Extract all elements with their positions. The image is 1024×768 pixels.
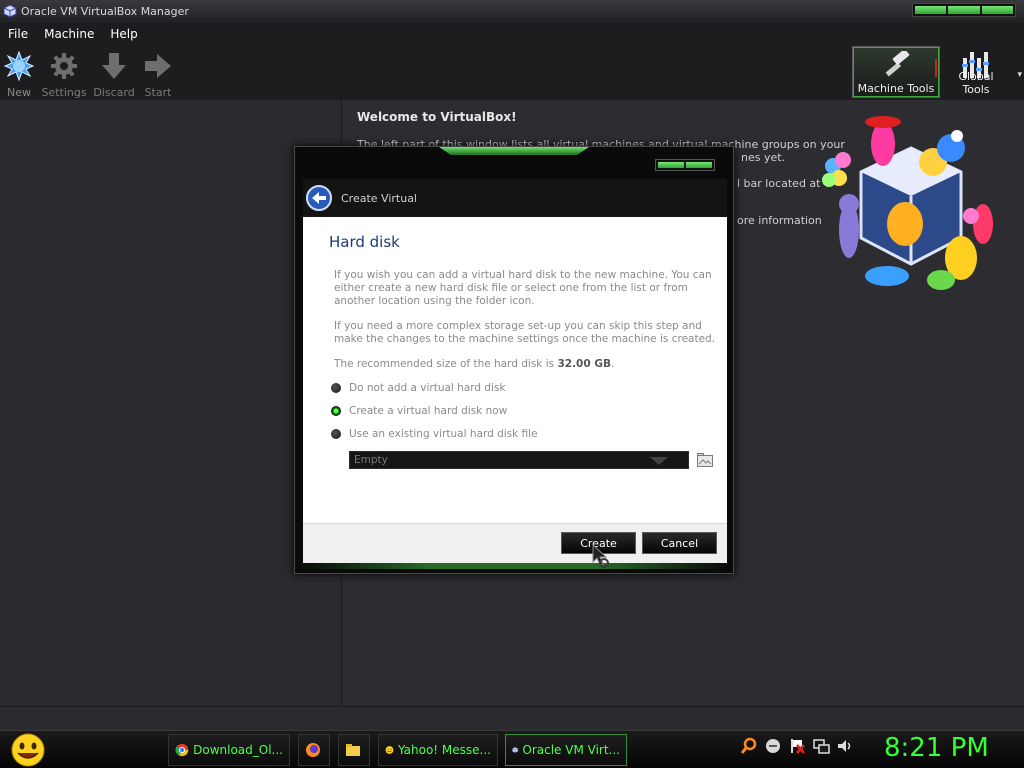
welcome-title: Welcome to VirtualBox! bbox=[357, 110, 517, 124]
dialog-help-button[interactable] bbox=[658, 162, 684, 168]
new-button[interactable]: New bbox=[0, 50, 43, 99]
chrome-icon bbox=[175, 743, 189, 757]
page-title: Hard disk bbox=[329, 233, 400, 251]
start-smiley-button[interactable] bbox=[8, 733, 48, 767]
yahoo-smiley-icon bbox=[385, 746, 394, 754]
toolbar-more-icon[interactable]: ▾ bbox=[1017, 70, 1022, 80]
recommended-size-text: The recommended size of the hard disk is… bbox=[334, 358, 614, 370]
menu-machine[interactable]: Machine bbox=[36, 27, 102, 41]
minimize-button[interactable] bbox=[915, 6, 947, 14]
radio-existing-hard-disk[interactable]: Use an existing virtual hard disk file bbox=[331, 428, 538, 440]
volume-icon[interactable] bbox=[836, 737, 854, 755]
hammer-icon bbox=[885, 49, 910, 77]
system-tray bbox=[740, 737, 854, 755]
maximize-button[interactable] bbox=[948, 6, 980, 14]
machine-tools-dropdown-icon[interactable] bbox=[935, 59, 937, 77]
dialog-body: Hard disk If you wish you can add a virt… bbox=[303, 217, 727, 523]
action-center-flag-icon[interactable] bbox=[788, 737, 806, 755]
gear-icon bbox=[51, 53, 77, 79]
dialog-bottom-glow bbox=[303, 563, 727, 569]
settings-button[interactable]: Settings bbox=[40, 50, 88, 99]
radio-button-checked[interactable] bbox=[331, 406, 341, 416]
new-label: New bbox=[7, 86, 31, 99]
radio-create-hard-disk[interactable]: Create a virtual hard disk now bbox=[331, 405, 507, 417]
taskbar-item-label: Oracle VM Virt... bbox=[522, 743, 620, 757]
taskbar-item-label: Download_Ol... bbox=[193, 743, 283, 757]
taskbar-item-firefox[interactable] bbox=[298, 734, 330, 766]
radio-label: Do not add a virtual hard disk bbox=[349, 382, 506, 394]
machine-tools-button[interactable]: Machine Tools bbox=[852, 46, 940, 98]
folder-icon bbox=[346, 744, 360, 756]
existing-disk-select[interactable]: Empty bbox=[349, 451, 689, 469]
hard-disk-description: If you wish you can add a virtual hard d… bbox=[334, 269, 712, 307]
radio-button[interactable] bbox=[331, 383, 341, 393]
start-label: Start bbox=[144, 86, 172, 99]
dialog-footer: Create Cancel bbox=[303, 523, 727, 563]
taskbar-item-virtualbox[interactable]: Oracle VM Virt... bbox=[505, 734, 627, 766]
back-arrow-icon[interactable] bbox=[305, 184, 333, 212]
close-button[interactable] bbox=[981, 6, 1013, 14]
taskbar-item-chrome-download[interactable]: Download_Ol... bbox=[168, 734, 290, 766]
create-vm-dialog: Create Virtual Hard disk If you wish you… bbox=[294, 146, 734, 574]
machine-tools-label: Machine Tools bbox=[857, 82, 935, 95]
virtualbox-icon bbox=[512, 746, 519, 754]
dialog-header-title: Create Virtual bbox=[341, 191, 417, 205]
discard-button[interactable]: Discard bbox=[90, 50, 138, 99]
menu-bar: File Machine Help bbox=[0, 22, 1024, 46]
window-title: Oracle VM VirtualBox Manager bbox=[21, 4, 189, 18]
vm-list-pane[interactable] bbox=[0, 100, 342, 706]
new-starburst-icon bbox=[4, 51, 34, 81]
search-icon[interactable] bbox=[740, 737, 758, 755]
radio-label: Create a virtual hard disk now bbox=[349, 405, 508, 417]
status-strip bbox=[0, 706, 1024, 730]
mouse-cursor-icon bbox=[592, 544, 609, 568]
recommended-size-suffix: . bbox=[610, 358, 615, 370]
arrow-right-icon bbox=[145, 54, 171, 78]
taskbar-item-label: Yahoo! Messe... bbox=[397, 743, 491, 757]
recommended-size-value: 32.00 GB bbox=[557, 358, 611, 370]
settings-label: Settings bbox=[41, 86, 87, 99]
radio-label: Use an existing virtual hard disk file bbox=[349, 428, 538, 440]
menu-help[interactable]: Help bbox=[102, 27, 145, 41]
window-controls[interactable] bbox=[912, 3, 1016, 17]
open-folder-icon[interactable] bbox=[697, 453, 713, 467]
virtualbox-mascot-image bbox=[822, 116, 993, 290]
welcome-text-line-4: ore information bbox=[737, 214, 822, 227]
dialog-window-controls[interactable] bbox=[655, 159, 715, 171]
dialog-close-button[interactable] bbox=[686, 162, 712, 168]
cancel-button[interactable]: Cancel bbox=[642, 532, 717, 554]
desktop-screen: Oracle VM VirtualBox Manager File Machin… bbox=[0, 0, 1024, 768]
global-tools-button[interactable]: Global Tools bbox=[944, 46, 1008, 98]
dialog-header: Create Virtual bbox=[303, 179, 727, 217]
network-icon[interactable] bbox=[812, 737, 830, 755]
start-button[interactable]: Start bbox=[134, 50, 182, 99]
taskbar-item-explorer[interactable] bbox=[338, 734, 370, 766]
messenger-status-icon[interactable] bbox=[764, 737, 782, 755]
taskbar-clock[interactable]: 8:21 PM bbox=[884, 733, 989, 763]
chevron-down-icon[interactable] bbox=[650, 457, 668, 465]
menu-file[interactable]: File bbox=[0, 27, 36, 41]
welcome-text-line-3: l bar located at bbox=[737, 177, 821, 190]
global-tools-label: Global Tools bbox=[958, 70, 994, 96]
discard-label: Discard bbox=[93, 86, 135, 99]
window-titlebar[interactable]: Oracle VM VirtualBox Manager bbox=[0, 0, 1024, 22]
radio-button[interactable] bbox=[331, 429, 341, 439]
taskbar-item-yahoo-messenger[interactable]: Yahoo! Messe... bbox=[378, 734, 498, 766]
toolbar: New Settings Discard Start Machine Tools… bbox=[0, 46, 1024, 100]
arrow-down-icon bbox=[102, 53, 126, 79]
virtualbox-app-icon bbox=[3, 4, 17, 18]
taskbar: Download_Ol... Yahoo! Messe... Oracle VM… bbox=[0, 730, 1024, 768]
radio-no-hard-disk[interactable]: Do not add a virtual hard disk bbox=[331, 382, 506, 394]
storage-setup-description: If you need a more complex storage set-u… bbox=[334, 320, 716, 345]
dialog-top-glow bbox=[439, 147, 589, 155]
firefox-icon bbox=[306, 743, 320, 757]
existing-disk-select-value: Empty bbox=[354, 454, 388, 466]
welcome-text-line-2: nes yet. bbox=[741, 151, 786, 164]
recommended-size-prefix: The recommended size of the hard disk is bbox=[334, 358, 558, 370]
